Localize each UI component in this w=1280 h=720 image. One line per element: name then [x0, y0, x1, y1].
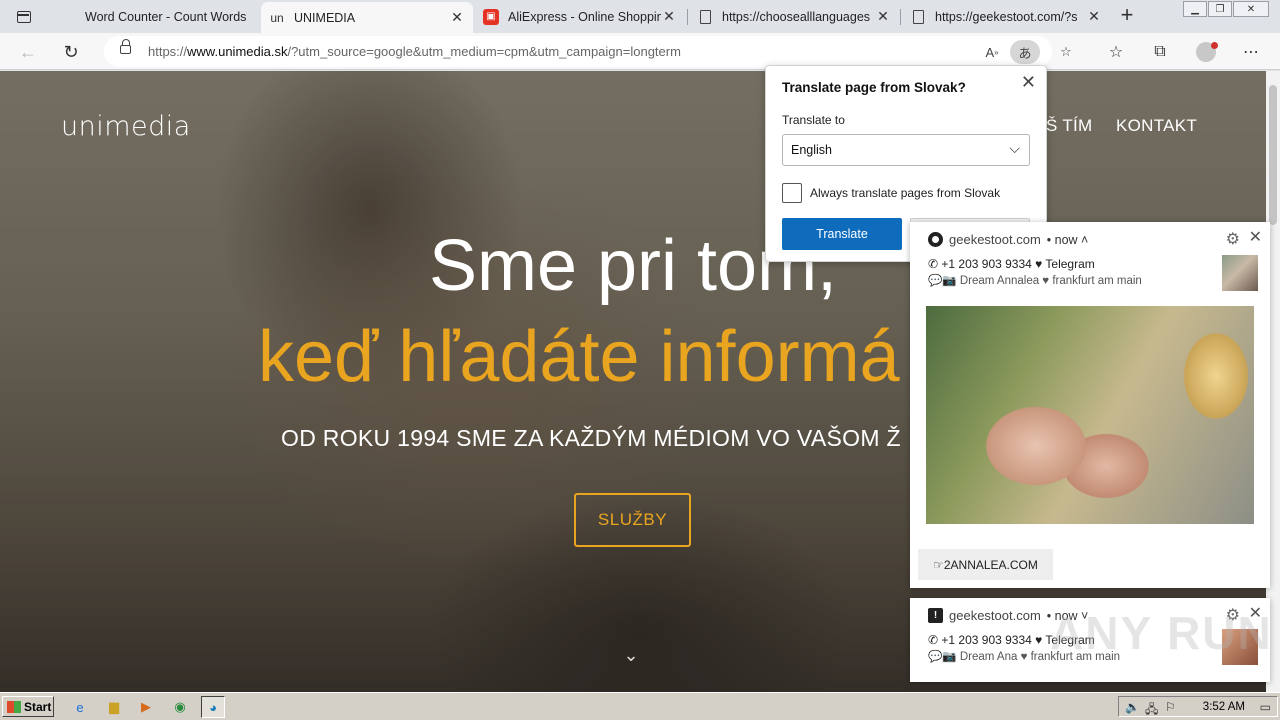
- tab-word-counter[interactable]: Word Counter - Count Words: [52, 2, 259, 31]
- read-aloud-icon[interactable]: A»: [980, 40, 1004, 64]
- tab-separator: [687, 9, 688, 25]
- unimedia-icon: un: [270, 10, 284, 25]
- tab-title: https://geekestoot.com/?s: [935, 9, 1078, 24]
- edge-icon[interactable]: ◕: [201, 696, 225, 718]
- browser-toolbar: ← ↻ https://www.unimedia.sk/?utm_source=…: [0, 33, 1280, 70]
- hero-subheadline: keď hľadáte informá: [258, 317, 900, 397]
- notification-site: geekestoot.com: [949, 608, 1041, 623]
- language-select[interactable]: English ⌵: [782, 134, 1030, 166]
- avatar: [1196, 42, 1218, 62]
- scrollbar-thumb[interactable]: [1269, 85, 1277, 225]
- media-player-icon[interactable]: ▶: [134, 696, 158, 718]
- new-tab-button[interactable]: +: [1116, 4, 1138, 27]
- tab-actions-menu-button[interactable]: [8, 6, 40, 28]
- chevron-down-icon: ⌵: [1009, 140, 1020, 156]
- always-translate-checkbox[interactable]: [782, 183, 802, 203]
- minimize-button[interactable]: ▁: [1183, 1, 1207, 17]
- translate-icon[interactable]: あ: [1010, 40, 1040, 64]
- tab-unimedia[interactable]: un UNIMEDIA ✕: [261, 2, 473, 33]
- tab-choosealllanguages[interactable]: https://choosealllanguages ✕: [689, 2, 899, 31]
- close-tab-icon[interactable]: ✕: [875, 8, 891, 25]
- network-icon[interactable]: 🖧: [1145, 700, 1158, 720]
- services-button[interactable]: SLUŽBY: [574, 493, 691, 547]
- tab-actions-icon: [17, 11, 31, 23]
- phone-icon: ✆: [928, 633, 939, 647]
- favorites-icon[interactable]: ☆: [1103, 39, 1129, 65]
- chrome-icon[interactable]: ◉: [168, 696, 192, 718]
- windows-logo-icon: [7, 700, 21, 713]
- close-tab-icon[interactable]: ✕: [1086, 8, 1102, 25]
- add-favorite-icon[interactable]: ☆: [1054, 40, 1078, 64]
- close-tab-icon[interactable]: ✕: [449, 9, 465, 26]
- tab-title: AliExpress - Online Shopping: [508, 9, 661, 24]
- start-button[interactable]: Start: [2, 696, 54, 717]
- notification-action-button[interactable]: ☞2ANNALEA.COM: [918, 549, 1053, 580]
- tab-strip: Word Counter - Count Words un UNIMEDIA ✕…: [0, 0, 1280, 33]
- file-explorer-icon[interactable]: ▆: [102, 696, 126, 718]
- tab-aliexpress[interactable]: ▣ AliExpress - Online Shopping ✕: [475, 2, 685, 31]
- tab-title: UNIMEDIA: [294, 10, 356, 25]
- selected-language: English: [791, 143, 832, 157]
- chevron-down-icon[interactable]: ⌄: [620, 645, 642, 667]
- hero-tagline: OD ROKU 1994 SME ZA KAŽDÝM MÉDIOM VO VAŠ…: [281, 425, 901, 451]
- translate-popup-title: Translate page from Slovak?: [782, 80, 966, 95]
- refresh-button[interactable]: ↻: [58, 39, 84, 65]
- back-button[interactable]: ←: [15, 39, 41, 65]
- show-desktop-icon[interactable]: ▭: [1260, 700, 1271, 714]
- url-text[interactable]: https://www.unimedia.sk/?utm_source=goog…: [148, 44, 681, 59]
- document-icon: [910, 9, 926, 25]
- notification-site: geekestoot.com: [949, 232, 1041, 247]
- word-counter-icon: [60, 9, 76, 25]
- close-icon[interactable]: ✕: [1021, 72, 1036, 93]
- notification-source: geekestoot.com • now ˄: [928, 232, 1088, 247]
- nav-link-kontakt[interactable]: KONTAKT: [1116, 116, 1197, 136]
- watermark-logo: ANY RUN: [1050, 607, 1273, 659]
- translate-button[interactable]: Translate: [782, 218, 902, 250]
- push-notification[interactable]: geekestoot.com • now ˄ ⚙ ✕ ✆ +1 203 903 …: [910, 222, 1270, 588]
- aliexpress-icon: ▣: [483, 8, 499, 25]
- address-bar[interactable]: https://www.unimedia.sk/?utm_source=goog…: [104, 36, 1072, 67]
- notification-image[interactable]: [926, 306, 1254, 524]
- notification-thumbnail: [1222, 255, 1258, 291]
- tab-title: Word Counter - Count Words: [85, 9, 247, 24]
- tab-title: https://choosealllanguages: [722, 9, 871, 24]
- flag-icon[interactable]: ⚐: [1165, 700, 1176, 714]
- nav-link-tim[interactable]: Š TÍM: [1046, 116, 1093, 136]
- maximize-button[interactable]: ❐: [1208, 1, 1232, 17]
- notification-time: now: [1054, 232, 1078, 247]
- phone-icon: ✆: [928, 257, 939, 271]
- document-icon: [697, 9, 713, 25]
- lock-icon[interactable]: [120, 39, 131, 54]
- gear-icon[interactable]: ⚙: [1226, 229, 1240, 249]
- collections-icon[interactable]: ⧉: [1147, 39, 1173, 65]
- system-tray: 🔈 🖧 ⚐ 3:52 AM ▭: [1118, 696, 1278, 717]
- close-window-button[interactable]: ✕: [1233, 1, 1269, 17]
- alert-icon: !: [928, 608, 943, 623]
- settings-more-icon[interactable]: ⋯: [1238, 39, 1264, 65]
- chat-camera-icon: 💬📷: [928, 651, 957, 663]
- site-logo[interactable]: unimedia: [61, 111, 191, 142]
- chat-camera-icon: 💬📷: [928, 275, 957, 287]
- close-icon[interactable]: ✕: [1249, 227, 1262, 247]
- profile-avatar[interactable]: [1193, 39, 1219, 65]
- translate-to-label: Translate to: [782, 113, 845, 127]
- notification-text: +1 203 903 9334 ♥ Telegram: [941, 257, 1095, 271]
- tab-separator: [900, 9, 901, 25]
- tab-geekestoot[interactable]: https://geekestoot.com/?s ✕: [902, 2, 1110, 31]
- clock[interactable]: 3:52 AM: [1203, 701, 1245, 713]
- start-label: Start: [24, 699, 52, 714]
- always-translate-label: Always translate pages from Slovak: [810, 186, 1001, 200]
- volume-icon[interactable]: 🔈: [1125, 700, 1140, 714]
- taskbar: Start e ▆ ▶ ◉ ◕ 🔈 🖧 ⚐ 3:52 AM ▭: [0, 692, 1280, 720]
- notification-subtext: Dream Annalea ♥ frankfurt am main: [959, 275, 1142, 287]
- notification-site-icon: [928, 232, 943, 247]
- internet-explorer-icon[interactable]: e: [68, 696, 92, 718]
- close-tab-icon[interactable]: ✕: [661, 8, 677, 25]
